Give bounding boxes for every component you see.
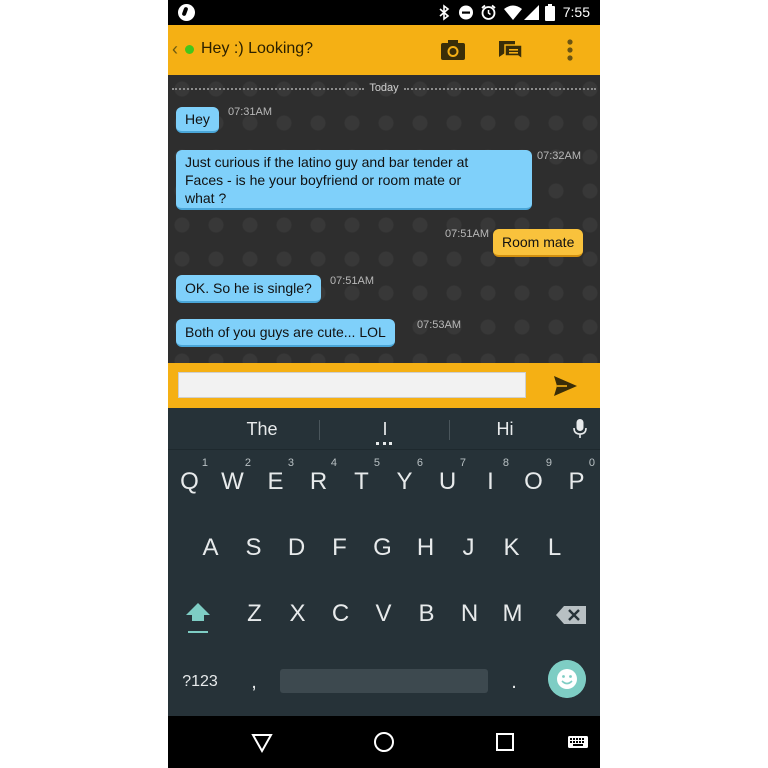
- key-b[interactable]: B: [405, 585, 448, 643]
- key-d[interactable]: D: [275, 519, 318, 577]
- message-timestamp: 07:53AM: [417, 319, 462, 331]
- suggestion-hi[interactable]: Hi: [463, 408, 547, 450]
- key-r[interactable]: R4: [297, 453, 340, 511]
- period-key[interactable]: .: [504, 666, 524, 698]
- back-triangle-icon[interactable]: [250, 730, 274, 754]
- online-status-icon: [185, 45, 194, 54]
- key-t[interactable]: T5: [340, 453, 383, 511]
- key-n[interactable]: N: [448, 585, 491, 643]
- keyboard-switch-icon[interactable]: [566, 730, 590, 754]
- phone-screen: 7:55 ‹ Hey :) Looking? Today Hey 07:31AM…: [168, 0, 600, 768]
- key-x[interactable]: X: [276, 585, 319, 643]
- message-timestamp: 07:31AM: [228, 106, 273, 118]
- key-o[interactable]: O9: [512, 453, 555, 511]
- message-text-line: Just curious if the latino guy and bar t…: [185, 154, 469, 170]
- key-m[interactable]: M: [491, 585, 534, 643]
- backspace-icon[interactable]: [552, 598, 592, 632]
- message-text: OK. So he is single?: [185, 280, 312, 296]
- chevron-left-icon[interactable]: ‹: [172, 39, 178, 59]
- soft-keyboard: The I Hi Q1 W2 E3 R4 T5 Y6 U7 I8 O9 P0 A…: [168, 408, 600, 716]
- overflow-menu-icon[interactable]: [555, 35, 585, 65]
- chat-thread[interactable]: Today Hey 07:31AM Just curious if the la…: [168, 75, 600, 363]
- incoming-message-bubble[interactable]: OK. So he is single?: [176, 275, 321, 303]
- key-g[interactable]: G: [361, 519, 404, 577]
- shift-icon[interactable]: [178, 595, 218, 639]
- key-i[interactable]: I8: [469, 453, 512, 511]
- key-z[interactable]: Z: [233, 585, 276, 643]
- app-bar: ‹ Hey :) Looking?: [168, 25, 600, 75]
- key-w[interactable]: W2: [211, 453, 254, 511]
- mic-icon[interactable]: [572, 418, 588, 440]
- key-a[interactable]: A: [189, 519, 232, 577]
- message-text: Room mate: [502, 234, 575, 250]
- key-v[interactable]: V: [362, 585, 405, 643]
- key-k[interactable]: K: [490, 519, 533, 577]
- spacebar[interactable]: [280, 669, 488, 693]
- send-icon[interactable]: [550, 372, 580, 400]
- key-q[interactable]: Q1: [168, 453, 211, 511]
- signal-icon: [524, 5, 539, 20]
- symbols-key[interactable]: ?123: [176, 666, 224, 698]
- key-j[interactable]: J: [447, 519, 490, 577]
- app-notification-icon: [178, 4, 195, 21]
- battery-icon: [545, 4, 555, 21]
- camera-icon[interactable]: [438, 35, 468, 65]
- emoji-icon[interactable]: [548, 660, 586, 698]
- date-divider: Today: [168, 81, 600, 95]
- key-l[interactable]: L: [533, 519, 576, 577]
- wifi-icon: [504, 5, 522, 20]
- message-input[interactable]: [178, 372, 526, 398]
- home-circle-icon[interactable]: [372, 730, 396, 754]
- do-not-disturb-icon: [459, 5, 473, 20]
- key-p[interactable]: P0: [555, 453, 598, 511]
- chat-title[interactable]: Hey :) Looking?: [201, 38, 313, 60]
- outgoing-message-bubble[interactable]: Room mate: [493, 229, 584, 257]
- key-e[interactable]: E3: [254, 453, 297, 511]
- recents-square-icon[interactable]: [493, 730, 517, 754]
- incoming-message-bubble[interactable]: Both of you guys are cute... LOL: [176, 319, 395, 347]
- suggestion-the[interactable]: The: [220, 408, 304, 450]
- key-u[interactable]: U7: [426, 453, 469, 511]
- message-text-line: Faces - is he your boyfriend or room mat…: [185, 172, 462, 188]
- suggestion-strip: The I Hi: [168, 408, 600, 450]
- alarm-icon: [481, 4, 496, 20]
- message-composer: [168, 363, 600, 408]
- message-text: Both of you guys are cute... LOL: [185, 324, 386, 340]
- message-text-line: what ?: [185, 190, 227, 206]
- status-time: 7:55: [562, 4, 590, 20]
- saved-phrases-icon[interactable]: [495, 35, 525, 65]
- message-text: Hey: [185, 111, 210, 127]
- key-h[interactable]: H: [404, 519, 447, 577]
- message-timestamp: 07:51AM: [445, 228, 490, 240]
- bluetooth-icon: [439, 4, 450, 21]
- comma-key[interactable]: ,: [244, 666, 264, 698]
- more-suggestions-indicator: [376, 442, 392, 445]
- incoming-message-bubble[interactable]: Just curious if the latino guy and bar t…: [176, 150, 532, 210]
- message-timestamp: 07:51AM: [330, 275, 375, 287]
- system-nav-bar: [168, 716, 600, 768]
- date-label: Today: [369, 82, 399, 94]
- key-y[interactable]: Y6: [383, 453, 426, 511]
- key-f[interactable]: F: [318, 519, 361, 577]
- message-timestamp: 07:32AM: [537, 150, 582, 162]
- incoming-message-bubble[interactable]: Hey: [176, 107, 219, 133]
- status-bar: 7:55: [168, 0, 600, 25]
- key-c[interactable]: C: [319, 585, 362, 643]
- key-s[interactable]: S: [232, 519, 275, 577]
